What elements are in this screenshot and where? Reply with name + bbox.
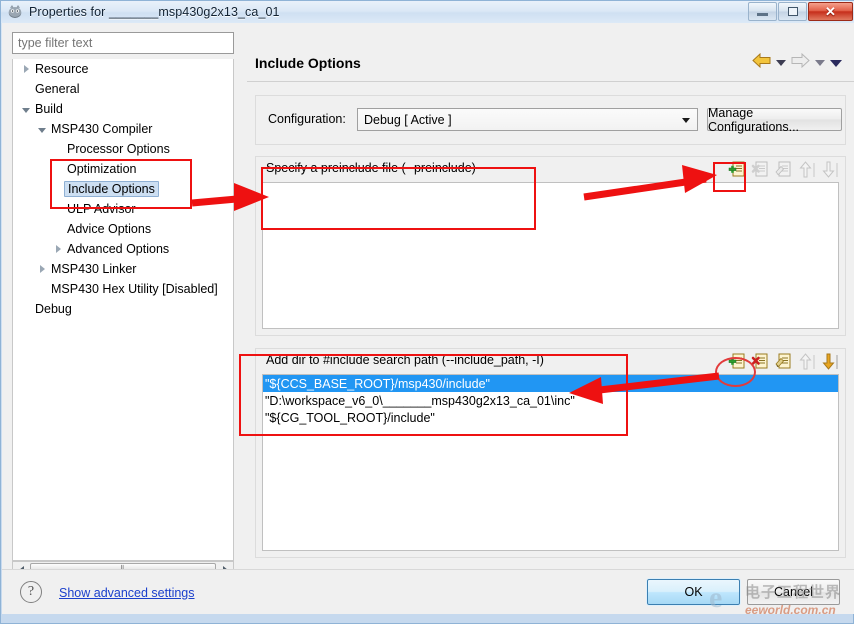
sidebar-item-msp430-linker[interactable]: MSP430 Linker: [13, 259, 233, 279]
page-title: Include Options: [255, 55, 361, 71]
ok-button[interactable]: OK: [646, 578, 741, 606]
move-up-icon: [797, 352, 817, 372]
configuration-group: Configuration: Debug [ Active ] Manage C…: [255, 95, 846, 145]
sidebar-item-label: Advice Options: [67, 222, 152, 236]
minimize-button[interactable]: [748, 2, 777, 21]
move-down-icon: [820, 160, 840, 180]
preinclude-list[interactable]: [262, 182, 839, 329]
cancel-button-label: Cancel: [774, 585, 813, 599]
dialog-footer: ? Show advanced settings OK Cancel: [2, 569, 854, 614]
sidebar-item-label: Debug: [35, 302, 72, 316]
configuration-selected-value: Debug [ Active ]: [364, 112, 452, 127]
manage-configurations-label: Manage Configurations...: [708, 105, 800, 134]
cancel-button[interactable]: Cancel: [747, 579, 840, 605]
sidebar-item-label: ULP Advisor: [67, 202, 136, 216]
properties-dialog-window: Properties for _______msp430g2x13_ca_01 …: [0, 0, 854, 624]
page-navigation: [752, 52, 842, 73]
add-icon[interactable]: [728, 160, 748, 180]
sidebar-item-label: Resource: [35, 62, 89, 76]
expand-triangle-icon[interactable]: [51, 239, 65, 259]
sidebar-item-processor-options[interactable]: Processor Options: [13, 139, 233, 159]
sidebar-item-msp430-compiler[interactable]: MSP430 Compiler: [13, 119, 233, 139]
edit-icon[interactable]: [774, 352, 794, 372]
view-menu-chevron-down-icon[interactable]: [830, 59, 842, 67]
window-title: Properties for _______msp430g2x13_ca_01: [29, 5, 280, 19]
title-bar: Properties for _______msp430g2x13_ca_01 …: [1, 1, 854, 23]
preinclude-title: Specify a preinclude file (--preinclude): [266, 161, 476, 175]
close-icon: ✕: [825, 4, 836, 19]
list-item[interactable]: "${CG_TOOL_ROOT}/include": [263, 409, 838, 426]
show-advanced-settings-link[interactable]: Show advanced settings: [59, 586, 195, 600]
header-divider: [247, 81, 854, 82]
settings-tree[interactable]: Resource General Build MSP430 Compiler Proce…: [12, 59, 234, 561]
sidebar-item-label: MSP430 Linker: [51, 262, 137, 276]
move-up-icon: [797, 160, 817, 180]
sidebar-item-label: Processor Options: [67, 142, 170, 156]
filter-input[interactable]: [12, 32, 234, 54]
sidebar-item-label: Optimization: [67, 162, 137, 176]
help-question-icon[interactable]: ?: [20, 581, 42, 603]
maximize-button[interactable]: [778, 2, 807, 21]
delete-icon[interactable]: [751, 352, 771, 372]
window-controls: ✕: [747, 2, 853, 21]
forward-history-chevron-down-icon[interactable]: [815, 60, 825, 66]
forward-arrow-icon: [791, 52, 810, 73]
move-down-icon[interactable]: [820, 352, 840, 372]
edit-icon: [774, 160, 794, 180]
sidebar-item-label: General: [35, 82, 80, 96]
list-item[interactable]: "${CCS_BASE_ROOT}/msp430/include": [263, 375, 838, 392]
sidebar-item-label: Build: [35, 102, 63, 116]
include-search-path-group: Add dir to #include search path (--inclu…: [255, 348, 846, 558]
dialog-content: Resource General Build MSP430 Compiler Proce…: [2, 23, 854, 578]
configuration-select[interactable]: Debug [ Active ]: [357, 108, 698, 131]
add-icon[interactable]: [728, 352, 748, 372]
chevron-down-icon: [682, 118, 690, 123]
sidebar-item-resource[interactable]: Resource: [13, 59, 233, 79]
sidebar-item-label: MSP430 Hex Utility [Disabled]: [51, 282, 218, 296]
preinclude-group: Specify a preinclude file (--preinclude): [255, 156, 846, 336]
collapse-triangle-icon[interactable]: [19, 99, 33, 119]
sidebar-item-optimization[interactable]: Optimization: [13, 159, 233, 179]
list-item[interactable]: "D:\workspace_v6_0\_______msp430g2x13_ca…: [263, 392, 838, 409]
collapse-triangle-icon[interactable]: [35, 119, 49, 139]
expand-triangle-icon[interactable]: [35, 259, 49, 279]
sidebar-item-ulp-advisor[interactable]: ULP Advisor: [13, 199, 233, 219]
ok-button-label: OK: [684, 585, 703, 599]
sidebar-item-label: Include Options: [64, 181, 159, 197]
settings-tree-panel: Resource General Build MSP430 Compiler Proce…: [10, 32, 241, 578]
close-button[interactable]: ✕: [808, 2, 853, 21]
configuration-label: Configuration:: [268, 112, 346, 126]
sidebar-item-include-options[interactable]: Include Options: [13, 179, 233, 199]
sidebar-item-advanced-options[interactable]: Advanced Options: [13, 239, 233, 259]
manage-configurations-button[interactable]: Manage Configurations...: [707, 105, 842, 134]
include-options-page: Include Options Configuration: Debug [A…: [247, 23, 854, 569]
back-arrow-icon[interactable]: [752, 52, 771, 73]
sidebar-item-label: Advanced Options: [67, 242, 170, 256]
sidebar-item-msp430-hex-utility-disabled[interactable]: MSP430 Hex Utility [Disabled]: [13, 279, 233, 299]
sidebar-item-label: MSP430 Compiler: [51, 122, 153, 136]
back-history-chevron-down-icon[interactable]: [776, 60, 786, 66]
sidebar-item-build[interactable]: Build: [13, 99, 233, 119]
sidebar-item-debug[interactable]: Debug: [13, 299, 233, 319]
properties-dialog-icon: [7, 4, 23, 20]
include-search-path-list[interactable]: "${CCS_BASE_ROOT}/msp430/include" "D:\wor…: [262, 374, 839, 551]
include-search-path-title: Add dir to #include search path (--inclu…: [266, 353, 544, 367]
sidebar-item-general[interactable]: General: [13, 79, 233, 99]
expand-triangle-icon[interactable]: [19, 59, 33, 79]
delete-icon: [751, 160, 771, 180]
sidebar-item-advice-options[interactable]: Advice Options: [13, 219, 233, 239]
